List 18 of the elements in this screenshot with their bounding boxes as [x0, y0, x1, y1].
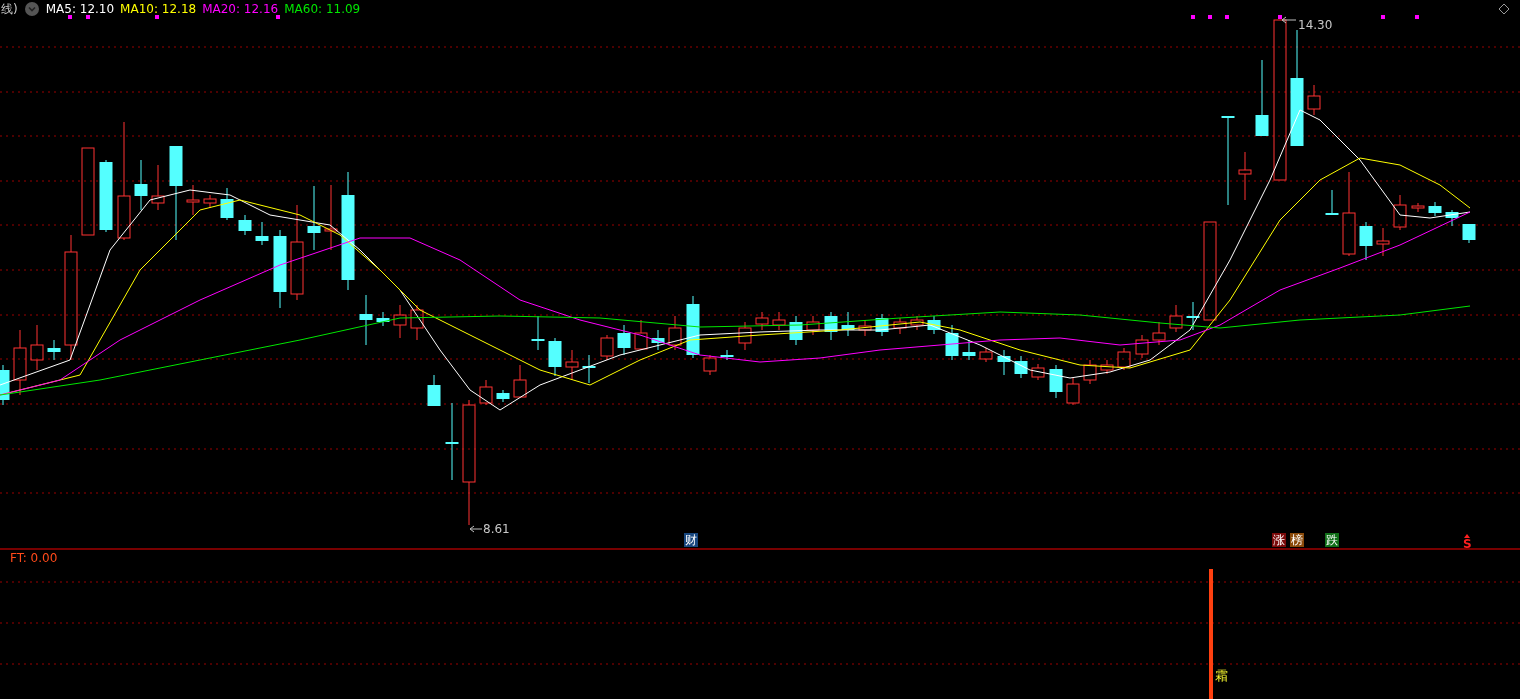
dropdown-icon[interactable]	[24, 2, 39, 16]
event-badge[interactable]: 跌	[1325, 533, 1339, 547]
chart-title: 线)	[1, 0, 18, 18]
indicator-legend: FT: 0.00	[10, 551, 58, 565]
high-price-label: 14.30	[1298, 18, 1333, 32]
event-badge[interactable]: 涨	[1272, 533, 1286, 547]
leader-arrow	[469, 525, 483, 533]
diamond-icon[interactable]	[1498, 3, 1510, 15]
ma-legend-value: MA60: 11.09	[284, 2, 361, 16]
signal-label: 霜	[1215, 667, 1228, 685]
event-badge[interactable]: 榜	[1290, 533, 1304, 547]
sell-signal: S	[1463, 534, 1472, 550]
low-price-label: 8.61	[483, 522, 510, 536]
ma-legend-value: MA20: 12.16	[202, 2, 279, 16]
ma-legend-value: MA10: 12.18	[120, 2, 197, 16]
leader-arrow	[1281, 16, 1297, 24]
event-badge[interactable]: 财	[684, 533, 698, 547]
ma-legend-value: MA5: 12.10	[45, 2, 115, 16]
